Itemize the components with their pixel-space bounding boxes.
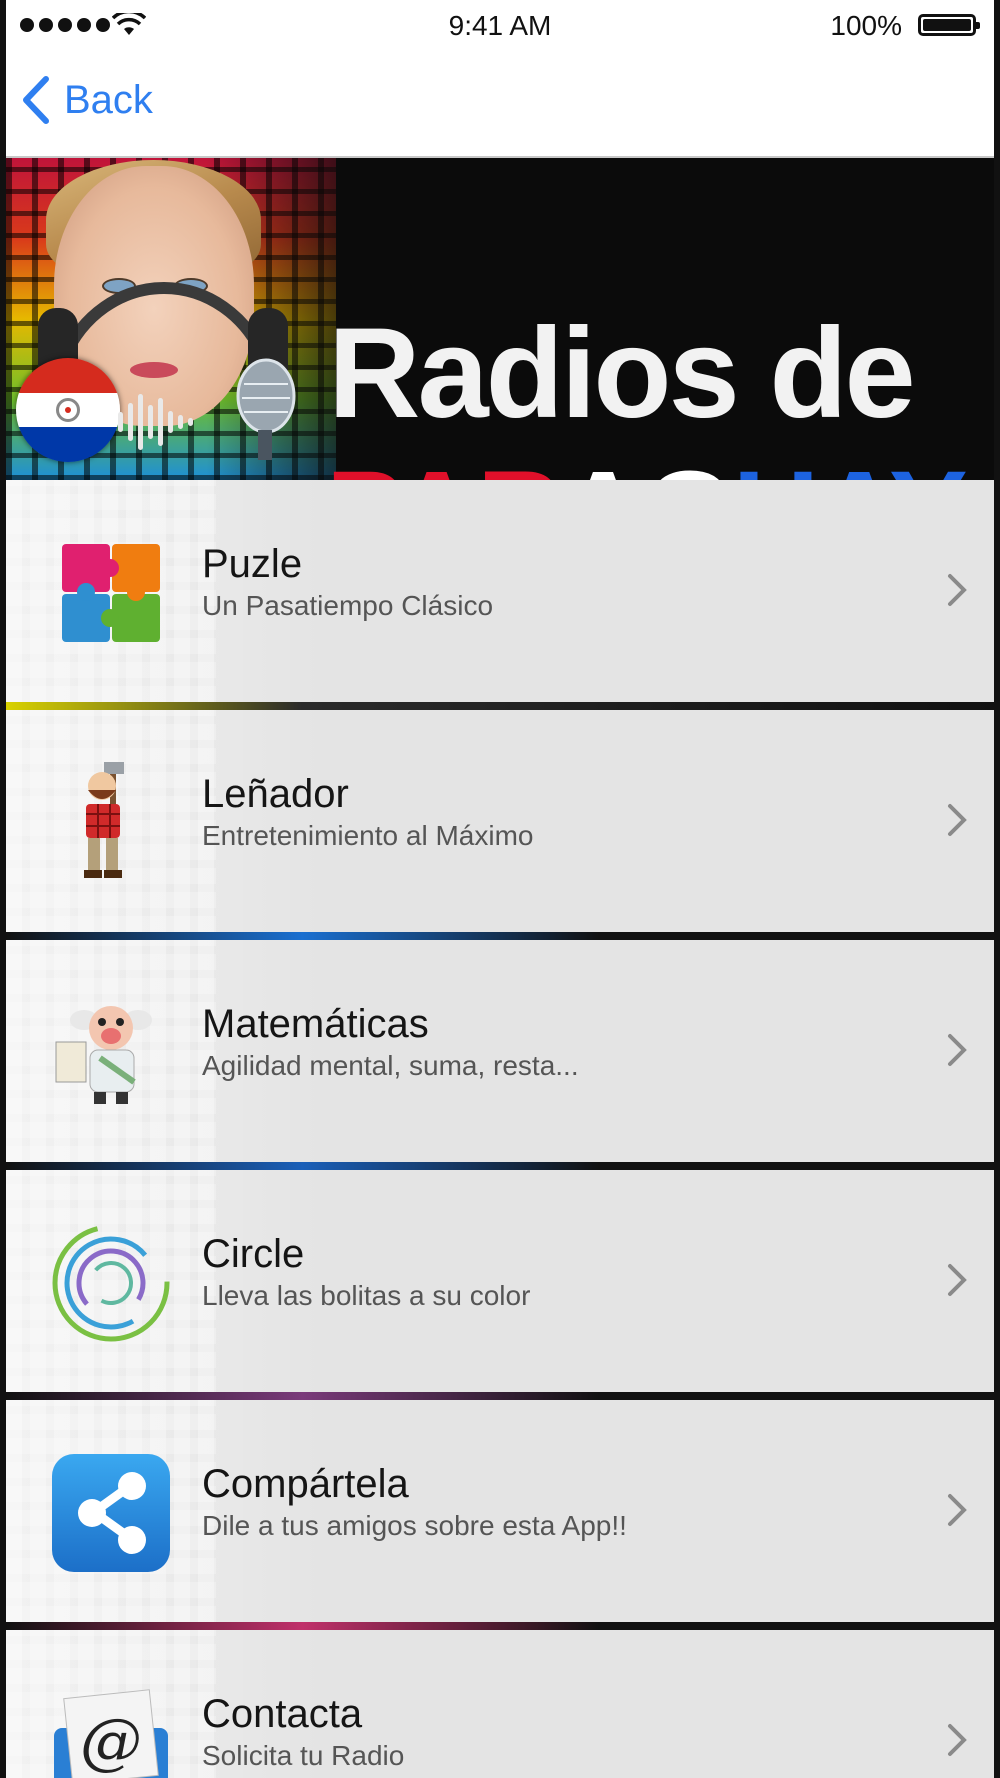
menu-item-subtitle: Lleva las bolitas a su color [202, 1280, 531, 1311]
menu-item-subtitle: Agilidad mental, suma, resta... [202, 1050, 579, 1081]
menu-item-lenador[interactable]: Leñador Entretenimiento al Máximo [6, 710, 994, 932]
menu-list: Puzle Un Pasatiempo Clásico Leñador Entr… [6, 480, 994, 1778]
menu-item-subtitle: Dile a tus amigos sobre esta App!! [202, 1510, 627, 1541]
battery-percent: 100% [830, 10, 902, 41]
paraguay-flag-icon [16, 358, 120, 462]
chevron-right-icon [948, 1724, 967, 1756]
menu-item-matematicas[interactable]: Matemáticas Agilidad mental, suma, resta… [6, 940, 994, 1162]
banner-title-par: PAR [326, 447, 562, 480]
back-button-label: Back [64, 77, 153, 122]
menu-item-contacta[interactable]: @ Contacta Solicita tu Radio [6, 1630, 994, 1778]
battery-icon [918, 14, 980, 36]
share-icon [52, 1454, 170, 1572]
menu-item-label: Puzle [202, 542, 303, 586]
chevron-right-icon [948, 574, 967, 606]
lumberjack-icon [84, 762, 124, 878]
banner-title-ag: AG [560, 447, 735, 480]
back-button[interactable]: Back [20, 76, 153, 124]
chevron-right-icon [948, 1264, 967, 1296]
banner-title-line1: Radios de [328, 302, 916, 445]
menu-item-label: Compártela [202, 1462, 409, 1506]
email-icon: @ [54, 1689, 168, 1778]
menu-item-label: Matemáticas [202, 1002, 429, 1046]
navigation-bar: Back [6, 50, 994, 158]
app-banner: Radios de PARAGUAY [6, 158, 994, 480]
circle-game-icon [52, 1224, 170, 1342]
device-frame: 9:41 AM 100% Back Radios de Puzle Un Pas… [0, 0, 1000, 1778]
menu-item-puzle[interactable]: Puzle Un Pasatiempo Clásico [6, 480, 994, 702]
menu-item-circle[interactable]: Circle Lleva las bolitas a su color [6, 1170, 994, 1392]
menu-item-label: Contacta [202, 1692, 363, 1736]
menu-item-subtitle: Solicita tu Radio [202, 1740, 405, 1771]
puzzle-icon [62, 544, 160, 642]
chevron-right-icon [948, 804, 967, 836]
chevron-right-icon [948, 1034, 967, 1066]
math-professor-icon [55, 1006, 152, 1104]
svg-text:@: @ [80, 1704, 142, 1777]
menu-item-label: Leñador [202, 772, 349, 816]
banner-title-line2: PARAGUAY [326, 454, 968, 480]
microphone-icon [236, 358, 296, 460]
chevron-right-icon [948, 1494, 967, 1526]
menu-item-subtitle: Un Pasatiempo Clásico [202, 590, 494, 621]
chevron-left-icon [23, 76, 49, 124]
sound-wave-icon [118, 394, 193, 450]
screen: 9:41 AM 100% Back Radios de Puzle Un Pas… [6, 0, 994, 1778]
menu-item-compartela[interactable]: Compártela Dile a tus amigos sobre esta … [6, 1400, 994, 1622]
banner-title-uay: UAY [733, 447, 967, 480]
status-bar: 9:41 AM 100% [6, 0, 994, 50]
menu-item-subtitle: Entretenimiento al Máximo [202, 820, 534, 851]
menu-item-label: Circle [202, 1232, 305, 1276]
